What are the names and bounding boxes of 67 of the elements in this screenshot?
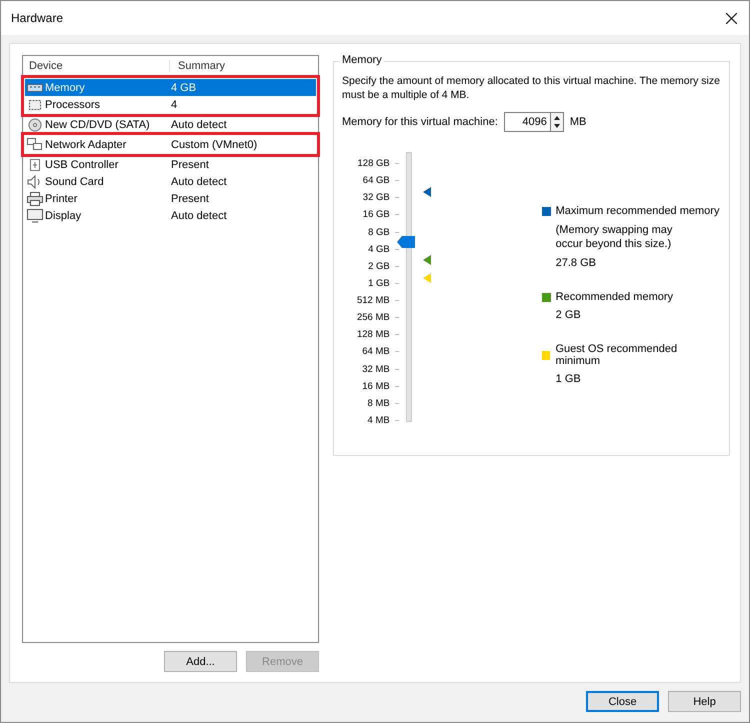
device-name: Sound Card — [45, 176, 105, 188]
close-icon[interactable] — [726, 12, 737, 24]
processor-icon — [27, 98, 43, 112]
field-label: Memory for this virtual machine: — [342, 116, 498, 128]
device-summary: Present — [171, 158, 209, 170]
device-summary: Auto detect — [171, 210, 227, 222]
legend-value: 27.8 GB — [556, 257, 597, 269]
unit-label: MB — [570, 116, 586, 128]
scale-label: 4 MB — [368, 414, 390, 426]
scale-label: 64 GB — [362, 175, 390, 186]
cdrom-icon — [27, 118, 43, 132]
scale-label: 1 GB — [368, 278, 390, 289]
device-row[interactable]: Memory 4 GB — [25, 79, 316, 96]
scale-label: 128 MB — [356, 329, 390, 340]
legend-value: 1 GB — [556, 373, 582, 385]
scale-label: 16 MB — [362, 380, 390, 392]
device-summary: Auto detect — [171, 176, 227, 188]
scale-label: 2 GB — [368, 260, 390, 272]
legend-label: Guest OS recommended minimum — [555, 343, 678, 367]
legend-label: Maximum recommended memory — [556, 205, 720, 217]
memory-field[interactable]: 4096 — [504, 112, 550, 132]
device-row[interactable]: New CD/DVD (SATA) Auto detect — [25, 116, 316, 133]
spin-buttons[interactable] — [550, 112, 564, 132]
device-summary: 4 — [171, 98, 178, 110]
slider-thumb[interactable] — [396, 236, 415, 248]
column-header[interactable]: Summary — [170, 60, 226, 72]
device-row[interactable]: USB Controller Present — [25, 156, 316, 173]
scale-label: 64 MB — [362, 346, 390, 358]
device-name: Display — [45, 210, 82, 222]
group-title: Memory — [340, 54, 384, 66]
legend-label: Recommended memory — [556, 291, 674, 303]
device-summary: Present — [171, 192, 209, 204]
device-name: Memory — [45, 82, 86, 94]
device-name: Processors — [45, 98, 102, 110]
device-row[interactable]: Network Adapter Custom (VMnet0) — [25, 136, 316, 153]
printer-icon — [27, 192, 43, 206]
legend-value: 2 GB — [556, 309, 582, 321]
device-row[interactable]: Processors 4 — [25, 96, 316, 113]
scale-label: 8 GB — [368, 226, 390, 238]
usb-icon — [27, 158, 43, 172]
scale-label: 256 MB — [356, 312, 390, 324]
dialog-button[interactable]: Close — [586, 691, 659, 712]
scale-label: 128 GB — [358, 158, 390, 170]
device-name: New CD/DVD (SATA) — [45, 118, 151, 130]
device-name: Printer — [45, 192, 78, 204]
column-header[interactable]: Device — [23, 60, 170, 72]
device-name: USB Controller — [45, 158, 120, 170]
scale-label: 4 GB — [368, 244, 390, 255]
display-icon — [27, 208, 43, 222]
network-icon — [27, 138, 43, 152]
scale-label: 16 GB — [362, 209, 390, 220]
scale-label: 32 GB — [362, 192, 390, 204]
scale-label: 512 MB — [356, 295, 390, 306]
scale-label: 32 MB — [362, 364, 390, 375]
device-row[interactable]: Sound Card Auto detect — [25, 173, 316, 190]
legend-note: (Memory swapping may occur beyond this size.) — [556, 223, 674, 251]
device-summary: Custom (VMnet0) — [171, 138, 258, 150]
device-row[interactable]: Printer Present — [25, 190, 316, 207]
dialog-button[interactable]: Help — [668, 691, 741, 712]
description: Specify the amount of memory allocated to this virtual machine. The memory size must be a multiple of 4 MB. — [342, 74, 721, 102]
list-button[interactable]: Add... — [164, 651, 237, 672]
device-summary: 4 GB — [171, 82, 196, 94]
scale-label: 8 MB — [368, 398, 390, 409]
device-name: Network Adapter — [45, 138, 128, 150]
device-row[interactable]: Display Auto detect — [25, 207, 316, 224]
device-summary: Auto detect — [171, 118, 227, 130]
window-title: Hardware — [11, 11, 64, 25]
